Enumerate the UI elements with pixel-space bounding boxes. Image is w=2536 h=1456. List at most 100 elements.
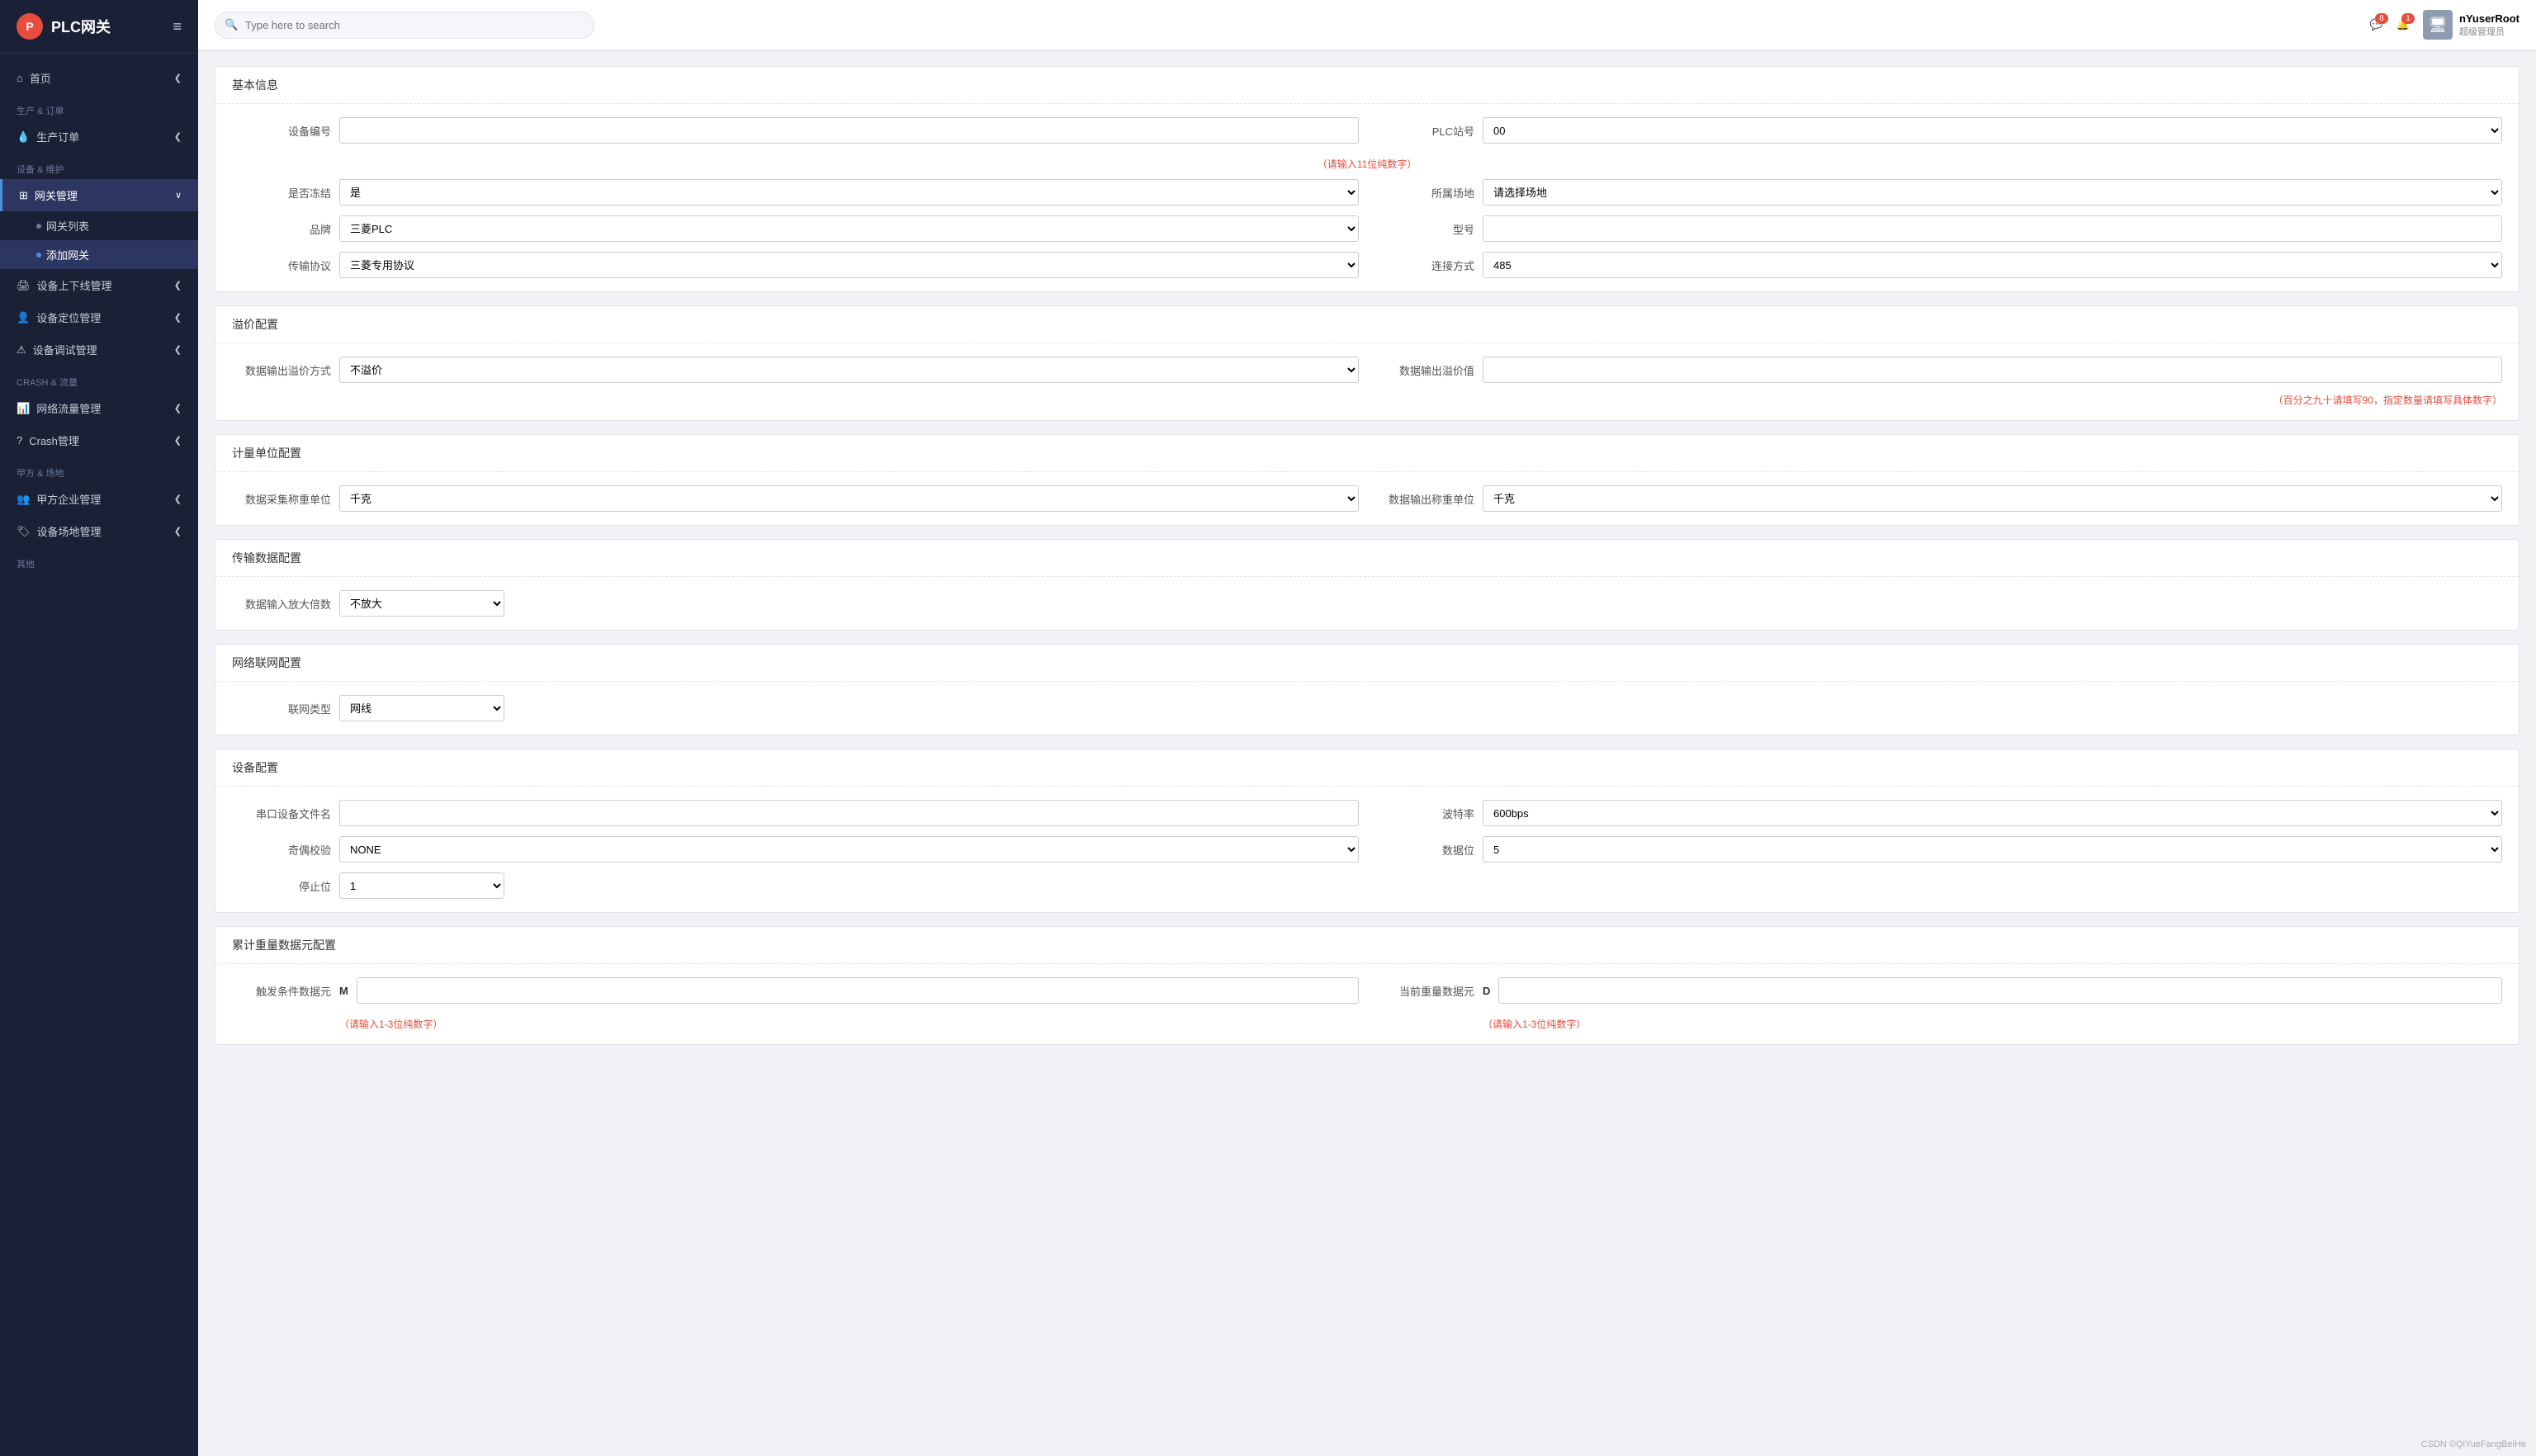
select-collect-unit[interactable]: 千克克磅 <box>339 485 1359 512</box>
client-mgmt-icon: 👥 <box>17 493 30 506</box>
col-trigger-element: 触发条件数据元 M <box>232 977 1359 1004</box>
select-network-type[interactable]: 网线4GWiFi <box>339 695 504 721</box>
section-unit-body: 数据采集称重单位 千克克磅 数据输出称重单位 千克克磅 <box>215 472 2519 525</box>
site-mgmt-icon: 🏷 <box>17 525 31 538</box>
sidebar-item-site-label: 设备场地管理 <box>37 523 168 539</box>
col-stop-bits: 停止位 12 <box>232 872 1359 899</box>
sidebar-item-gateway-mgmt[interactable]: ⊞ 网关管理 ∨ <box>0 179 198 211</box>
label-output-unit: 数据输出称重单位 <box>1375 491 1474 507</box>
col-plc-station: PLC站号 000102 <box>1375 117 2502 144</box>
col-output-unit: 数据输出称重单位 千克克磅 <box>1375 485 2502 512</box>
select-site[interactable]: 请选择场地 <box>1483 179 2502 206</box>
label-overflow-method: 数据输出溢价方式 <box>232 362 331 378</box>
sidebar-arrow-crash: ❮ <box>174 435 182 446</box>
select-amplify[interactable]: 不放大×10×100 <box>339 590 504 617</box>
form-row-unit: 数据采集称重单位 千克克磅 数据输出称重单位 千克克磅 <box>232 485 2502 512</box>
sidebar-item-client-mgmt[interactable]: 👥 甲方企业管理 ❮ <box>0 483 198 515</box>
select-baud-rate[interactable]: 600bps1200bps2400bps4800bps9600bps <box>1483 800 2502 826</box>
input-weight-element[interactable] <box>1498 977 2502 1004</box>
section-basic-info: 基本信息 设备编号 PLC站号 000102 （请输 <box>215 66 2519 292</box>
sidebar: P PLC网关 ≡ ⌂ 首页 ❮ 生产 & 订单 💧 生产订单 ❮ 设备 & 维… <box>0 0 198 1456</box>
select-data-bits[interactable]: 5678 <box>1483 836 2502 863</box>
input-serial-filename[interactable] <box>339 800 1359 826</box>
section-transfer-title: 传输数据配置 <box>215 540 2519 577</box>
select-stop-bits[interactable]: 12 <box>339 872 504 899</box>
sidebar-item-device-online[interactable]: 🖨 设备上下线管理 ❮ <box>0 269 198 301</box>
menu-toggle-button[interactable]: ≡ <box>173 18 182 35</box>
label-plc-station: PLC站号 <box>1375 123 1474 139</box>
search-icon: 🔍 <box>225 18 238 31</box>
select-parity[interactable]: NONEODDEVEN <box>339 836 1359 863</box>
weight-prefix: D <box>1483 985 1490 997</box>
section-device-config: 设备配置 串口设备文件名 波特率 600bps1200bps2400bps480… <box>215 749 2519 913</box>
section-title-device: 设备 & 维护 <box>0 153 198 179</box>
label-stop-bits: 停止位 <box>232 878 331 894</box>
col-collect-unit: 数据采集称重单位 千克克磅 <box>232 485 1359 512</box>
sidebar-item-device-position-label: 设备定位管理 <box>36 310 168 325</box>
main-area: 🔍 💬 8 🔔 1 🖥 nYuserRoot 超级管理员 <box>198 0 2536 1456</box>
form-row-cumulative-hints: （请输入1-3位纯数字） （请输入1-3位纯数字） <box>232 1014 2502 1031</box>
form-row-device-3: 停止位 12 <box>232 872 2502 899</box>
input-trigger-element[interactable] <box>357 977 1359 1004</box>
section-device-config-title: 设备配置 <box>215 749 2519 787</box>
sidebar-item-network-flow[interactable]: 📊 网络流量管理 ❮ <box>0 392 198 424</box>
input-device-code[interactable] <box>339 117 1359 144</box>
sidebar-item-production-order[interactable]: 💧 生产订单 ❮ <box>0 121 198 153</box>
section-network-body: 联网类型 网线4GWiFi <box>215 682 2519 735</box>
select-protocol[interactable]: 三菱专用协议Modbus <box>339 252 1359 278</box>
input-model[interactable] <box>1483 215 2502 242</box>
form-row-1: 设备编号 PLC站号 000102 <box>232 117 2502 144</box>
form-row-transfer: 数据输入放大倍数 不放大×10×100 <box>232 590 2502 617</box>
form-row-3: 品牌 三菱PLC西门子欧姆龙 型号 <box>232 215 2502 242</box>
user-info[interactable]: 🖥 nYuserRoot 超级管理员 <box>2423 10 2519 40</box>
sidebar-sub-add-gateway[interactable]: 添加网关 <box>0 240 198 269</box>
section-network-config: 网络联网配置 联网类型 网线4GWiFi <box>215 644 2519 735</box>
user-text: nYuserRoot 超级管理员 <box>2459 12 2519 38</box>
label-protocol: 传输协议 <box>232 258 331 273</box>
watermark: CSDN ©QiYueFangBeiHe <box>2421 1439 2526 1449</box>
sidebar-item-home[interactable]: ⌂ 首页 ❮ <box>0 62 198 94</box>
notification-button[interactable]: 🔔 1 <box>2396 18 2410 31</box>
label-site: 所属场地 <box>1375 185 1474 201</box>
section-title-production: 生产 & 订单 <box>0 94 198 121</box>
hint-row-device-code: （请输入11位纯数字） <box>232 154 2502 171</box>
section-overflow-config: 溢价配置 数据输出溢价方式 不溢价百分比指定数量 数据输出溢价值 （百 <box>215 305 2519 421</box>
gateway-mgmt-icon: ⊞ <box>19 189 28 202</box>
form-row-cumulative: 触发条件数据元 M 当前重量数据元 D <box>232 977 2502 1004</box>
sidebar-item-device-position[interactable]: 👤 设备定位管理 ❮ <box>0 301 198 333</box>
label-collect-unit: 数据采集称重单位 <box>232 491 331 507</box>
sidebar-item-site-mgmt[interactable]: 🏷 设备场地管理 ❮ <box>0 515 198 547</box>
sidebar-item-device-online-label: 设备上下线管理 <box>37 277 168 293</box>
col-model: 型号 <box>1375 215 2502 242</box>
form-row-2: 是否冻结 是否 所属场地 请选择场地 <box>232 179 2502 206</box>
device-position-icon: 👤 <box>17 311 30 324</box>
label-weight-element: 当前重量数据元 <box>1375 983 1474 999</box>
crash-icon: ? <box>17 434 22 447</box>
sidebar-item-network-flow-label: 网络流量管理 <box>36 400 168 416</box>
label-serial-filename: 串口设备文件名 <box>232 806 331 821</box>
select-output-unit[interactable]: 千克克磅 <box>1483 485 2502 512</box>
select-plc-station[interactable]: 000102 <box>1483 117 2502 144</box>
message-badge: 8 <box>2375 13 2388 24</box>
label-amplify: 数据输入放大倍数 <box>232 596 331 612</box>
sidebar-item-crash[interactable]: ? Crash管理 ❮ <box>0 424 198 456</box>
user-role: 超级管理员 <box>2459 25 2519 38</box>
col-baud-rate: 波特率 600bps1200bps2400bps4800bps9600bps <box>1375 800 2502 826</box>
input-overflow-value[interactable] <box>1483 357 2502 383</box>
select-connection[interactable]: 485232以太网 <box>1483 252 2502 278</box>
section-unit-title: 计量单位配置 <box>215 435 2519 472</box>
select-frozen[interactable]: 是否 <box>339 179 1359 206</box>
sidebar-sub-add-gateway-label: 添加网关 <box>46 247 89 262</box>
section-overflow-body: 数据输出溢价方式 不溢价百分比指定数量 数据输出溢价值 （百分之九十请填写90，… <box>215 343 2519 420</box>
search-input[interactable] <box>215 12 594 39</box>
select-brand[interactable]: 三菱PLC西门子欧姆龙 <box>339 215 1359 242</box>
sidebar-sub-gateway-list[interactable]: 网关列表 <box>0 211 198 240</box>
label-brand: 品牌 <box>232 221 331 237</box>
col-site: 所属场地 请选择场地 <box>1375 179 2502 206</box>
message-button[interactable]: 💬 8 <box>2370 18 2383 31</box>
section-basic-info-body: 设备编号 PLC站号 000102 （请输入11位纯数字） <box>215 104 2519 291</box>
select-overflow-method[interactable]: 不溢价百分比指定数量 <box>339 357 1359 383</box>
sidebar-item-device-debug[interactable]: ⚠ 设备调试管理 ❮ <box>0 333 198 366</box>
sidebar-arrow-production: ❮ <box>174 131 182 142</box>
label-frozen: 是否冻结 <box>232 185 331 201</box>
